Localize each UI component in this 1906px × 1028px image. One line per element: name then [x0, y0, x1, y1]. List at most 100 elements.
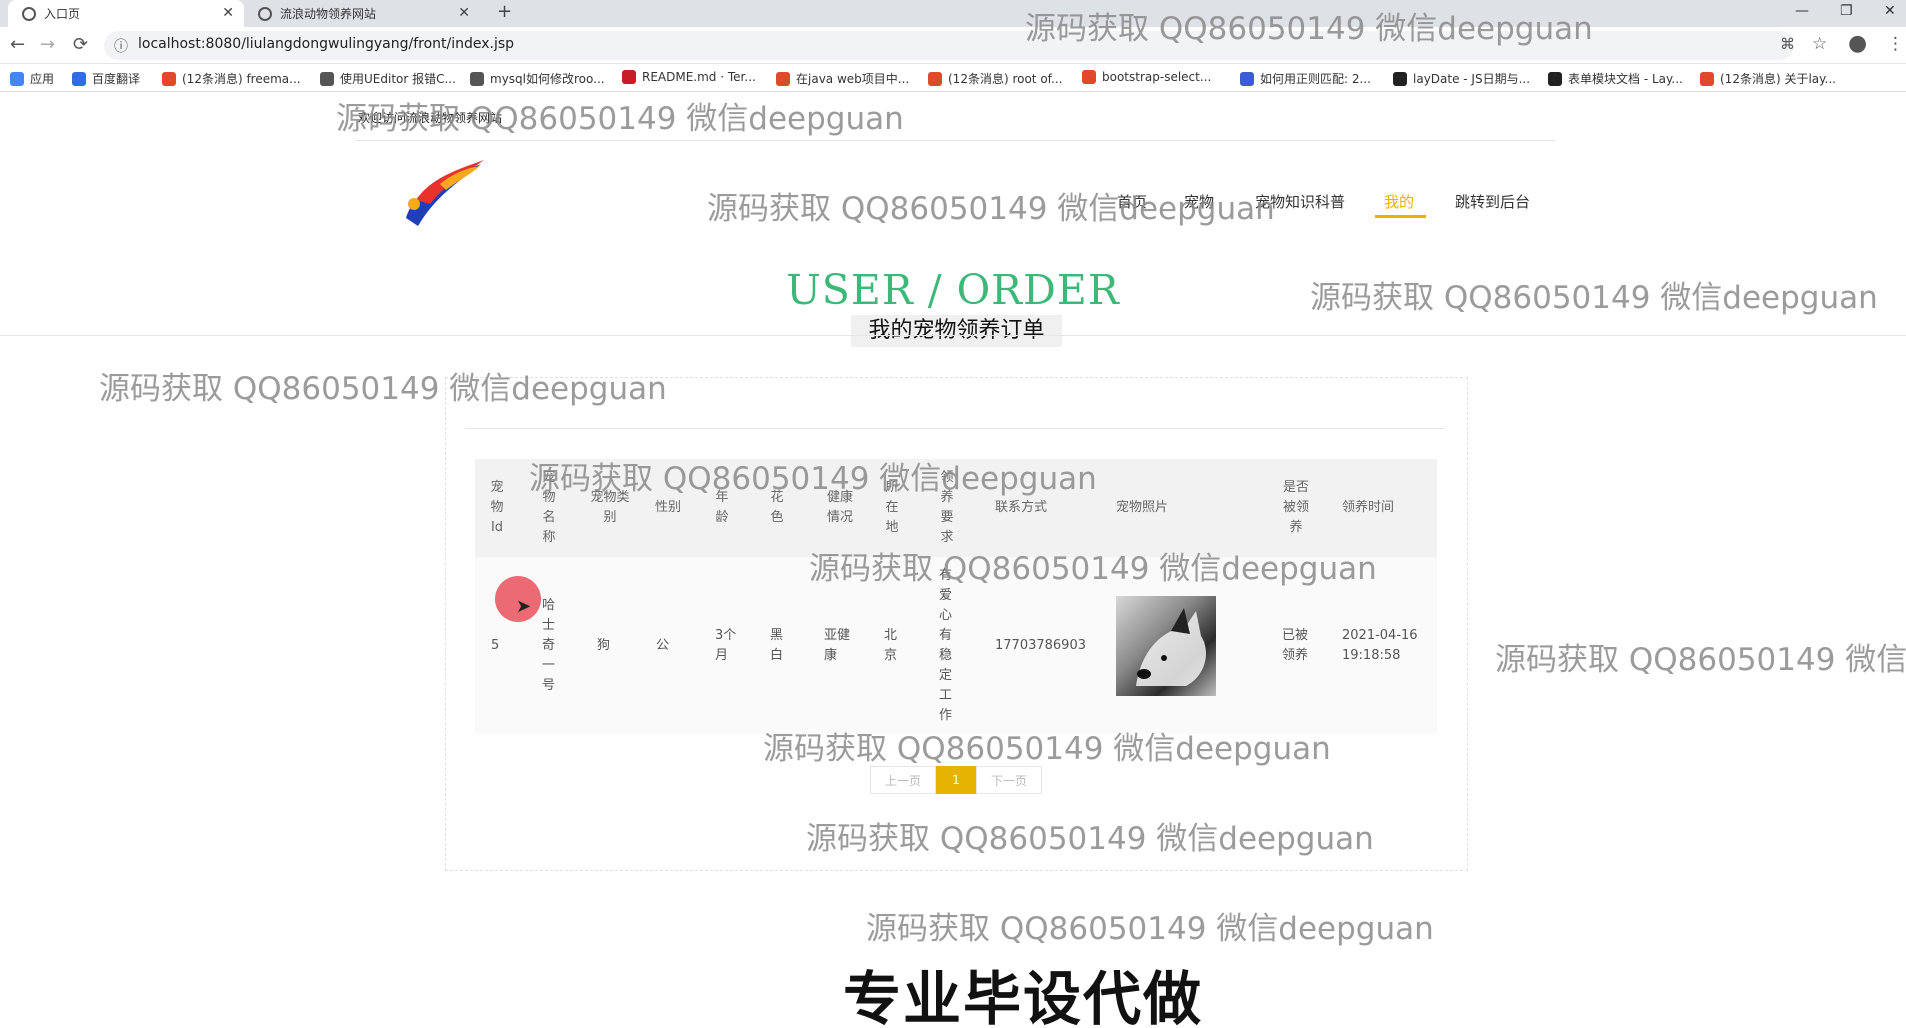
bookmark-item[interactable]: 如何用正则匹配: 2...	[1240, 70, 1371, 87]
bookmark-item[interactable]: README.md · Ter...	[622, 70, 756, 84]
bookmark-label: 表单模块文档 - Lay...	[1568, 72, 1683, 86]
globe-icon	[22, 6, 36, 21]
watermark: 源码获取 QQ86050149 微信deepguan	[707, 191, 1275, 227]
watermark: 源码获取 QQ86050149 微信deepguan	[806, 821, 1374, 857]
th-adopt-time: 领养时间	[1342, 500, 1395, 515]
bookmark-icon	[162, 71, 176, 86]
watermark: 源码获取 QQ86050149 微信deepguan	[809, 551, 1377, 587]
cell-adopted: 已被领养	[1282, 628, 1309, 663]
bookmark-item[interactable]: (12条消息) freema...	[162, 70, 301, 87]
new-tab-button[interactable]: +	[497, 1, 512, 22]
watermark: 源码获取 QQ86050149 微信deepguan	[1025, 11, 1593, 47]
close-window-button[interactable]: ✕	[1884, 3, 1896, 19]
bookmark-label: bootstrap-select...	[1102, 70, 1212, 84]
site-logo[interactable]	[396, 156, 488, 234]
bookmark-label: README.md · Ter...	[642, 70, 756, 84]
reload-icon[interactable]: ⟳	[73, 34, 88, 55]
nav-active-underline	[1375, 215, 1426, 218]
watermark: 源码获取 QQ86050149 微信d	[1495, 642, 1906, 678]
bookmark-item[interactable]: 表单模块文档 - Lay...	[1548, 70, 1683, 87]
bookmark-icon	[1548, 71, 1562, 86]
bookmark-icon	[72, 71, 86, 86]
cell-adopt-time: 2021-04-16 19:18:58	[1342, 628, 1418, 663]
bookmark-item[interactable]: layDate - JS日期与...	[1393, 70, 1530, 87]
bookmark-item[interactable]: (12条消息) root of...	[928, 70, 1062, 87]
promo-banner: 专业毕设代做	[843, 965, 1204, 1028]
bookmark-icon	[320, 71, 334, 86]
bookmark-icon	[1240, 71, 1254, 86]
bookmark-item[interactable]: 使用UEditor 报错C...	[320, 70, 456, 87]
minimize-button[interactable]: —	[1795, 3, 1809, 19]
bookmark-icon	[928, 71, 942, 86]
header-divider	[355, 140, 1555, 141]
cell-contact: 17703786903	[995, 638, 1086, 653]
section-divider	[0, 335, 1906, 336]
watermark: 源码获取 QQ86050149 微信deepguan	[763, 731, 1331, 767]
bookmark-label: 百度翻译	[92, 72, 141, 86]
bookmark-label: 应用	[30, 72, 55, 86]
page-1-button[interactable]: 1	[936, 766, 976, 794]
tab-title: 入口页	[44, 7, 81, 21]
bookmark-label: 如何用正则匹配: 2...	[1260, 72, 1371, 86]
bookmark-icon	[1700, 71, 1714, 86]
bookmark-label: 在java web项目中...	[796, 72, 910, 86]
cell-requirement: 有爱心有稳定工作	[939, 568, 953, 723]
star-icon[interactable]: ☆	[1812, 34, 1827, 54]
cell-health: 亚健康	[824, 628, 851, 663]
cell-pet-id: 5	[491, 638, 500, 653]
section-title-cn: 我的宠物领养订单	[851, 315, 1062, 347]
settings-icon	[258, 6, 272, 21]
th-pet-id: 宠物Id	[490, 480, 504, 535]
prev-page-button[interactable]: 上一页	[870, 766, 936, 794]
watermark: 源码获取 QQ86050149 微信deepguan	[99, 371, 667, 407]
url-text[interactable]: localhost:8080/liulangdongwulingyang/fro…	[138, 36, 514, 52]
bookmark-icon	[10, 71, 24, 86]
menu-icon[interactable]: ⋮	[1887, 34, 1904, 54]
bookmark-icon	[1393, 71, 1407, 86]
cell-category: 狗	[597, 638, 611, 653]
bookmark-icon	[622, 70, 636, 84]
watermark: 源码获取 QQ86050149 微信deepguan	[336, 101, 904, 137]
bookmark-icon	[470, 71, 484, 86]
next-page-button[interactable]: 下一页	[976, 766, 1042, 794]
bookmark-item[interactable]: 应用	[10, 70, 54, 87]
translate-icon[interactable]: ⌘	[1780, 35, 1795, 53]
watermark: 源码获取 QQ86050149 微信deepguan	[1310, 280, 1878, 316]
th-adopted: 是否被领养	[1282, 480, 1309, 535]
cell-pet-name: 哈士奇一号	[542, 598, 556, 693]
nav-admin[interactable]: 跳转到后台	[1455, 191, 1530, 212]
info-icon[interactable]: ⓘ	[114, 36, 128, 56]
pet-photo[interactable]	[1116, 596, 1216, 696]
bookmark-label: mysql如何修改roo...	[490, 72, 605, 86]
bookmark-label: (12条消息) root of...	[948, 72, 1063, 86]
cell-gender: 公	[656, 638, 670, 653]
bookmark-item[interactable]: mysql如何修改roo...	[470, 70, 605, 87]
nav-mine[interactable]: 我的	[1384, 191, 1414, 212]
bookmark-icon	[1082, 70, 1096, 84]
bookmark-label: (12条消息) freema...	[182, 72, 301, 86]
panel-divider	[465, 428, 1445, 429]
bookmark-icon	[776, 71, 790, 86]
cell-location: 北京	[884, 628, 898, 663]
restore-button[interactable]: ❐	[1840, 3, 1853, 19]
th-gender: 性别	[655, 500, 682, 515]
bookmark-item[interactable]: bootstrap-select...	[1082, 70, 1211, 84]
th-contact: 联系方式	[995, 500, 1048, 515]
tab-entry[interactable]: 入口页 ✕	[8, 0, 244, 27]
bookmark-item[interactable]: (12条消息) 关于lay...	[1700, 70, 1836, 87]
cursor-icon: ➤	[516, 596, 532, 617]
bookmark-label: 使用UEditor 报错C...	[340, 72, 456, 86]
cell-age: 3个月	[715, 628, 737, 663]
tab-adoption-site[interactable]: 流浪动物领养网站 ✕	[244, 0, 480, 27]
th-photo: 宠物照片	[1116, 500, 1169, 515]
bookmark-label: (12条消息) 关于lay...	[1720, 72, 1836, 86]
close-icon[interactable]: ✕	[458, 5, 470, 21]
back-icon[interactable]: ←	[10, 34, 25, 55]
watermark: 源码获取 QQ86050149 微信deepguan	[866, 911, 1434, 947]
bookmark-label: layDate - JS日期与...	[1413, 72, 1531, 86]
bookmark-item[interactable]: 百度翻译	[72, 70, 140, 87]
close-icon[interactable]: ✕	[222, 5, 234, 21]
profile-icon[interactable]: ●	[1848, 31, 1867, 56]
bookmark-item[interactable]: 在java web项目中...	[776, 70, 909, 87]
forward-icon[interactable]: →	[40, 34, 55, 55]
